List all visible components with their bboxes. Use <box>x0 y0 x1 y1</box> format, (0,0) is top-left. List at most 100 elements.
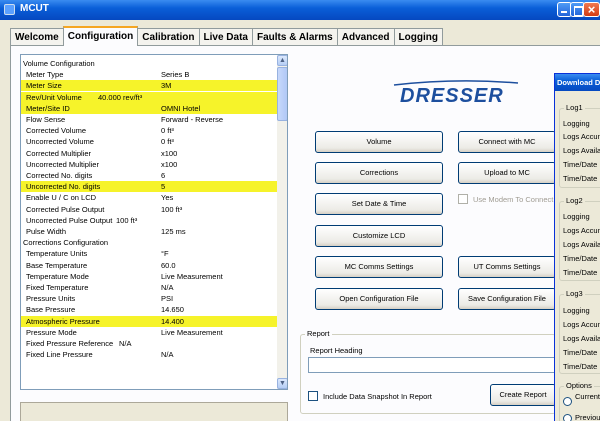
property-label: Pressure Mode <box>26 327 77 337</box>
property-row[interactable]: Meter Size 3M <box>21 80 277 92</box>
property-value: PSI <box>161 294 174 304</box>
property-value: 125 ms <box>161 227 186 236</box>
tab-live-data[interactable]: Live Data <box>198 28 253 46</box>
property-value: 0 ft³ <box>161 137 174 147</box>
scroll-up-button[interactable]: ▲ <box>277 55 287 66</box>
property-row[interactable]: Fixed Temperature N/A <box>21 282 277 293</box>
property-row[interactable]: Volume Configuration <box>21 58 277 69</box>
open-configuration-file-button[interactable]: Open Configuration File <box>315 288 443 310</box>
property-row[interactable]: Base Pressure 14.650 <box>21 304 277 315</box>
log1-line: Logs Available <box>563 146 600 155</box>
property-row[interactable]: Corrected No. digits 6 <box>21 170 277 181</box>
property-label: Corrected Pulse Output <box>26 204 105 214</box>
save-configuration-file-button[interactable]: Save Configuration File <box>458 288 556 310</box>
property-value: 6 <box>161 171 166 180</box>
property-row[interactable]: Fixed Line Pressure N/A <box>21 349 277 360</box>
property-row[interactable]: Temperature Units °F <box>21 248 277 259</box>
property-value: Live Measurement <box>161 271 223 281</box>
property-value: 100 ft³ <box>161 204 183 214</box>
previous-label: Previous <box>575 413 600 421</box>
property-row[interactable]: Flow Sense Forward - Reverse <box>21 114 277 125</box>
property-value: N/A <box>119 339 132 348</box>
connect-mc-button[interactable]: Connect with MC <box>458 131 556 153</box>
create-report-button[interactable]: Create Report <box>490 384 556 406</box>
tab-welcome[interactable]: Welcome <box>10 28 64 46</box>
property-row[interactable]: Enable U / C on LCD Yes <box>21 192 277 203</box>
tab-faults-alarms[interactable]: Faults & Alarms <box>251 28 338 46</box>
include-snapshot-checkbox[interactable]: Include Data Snapshot In Report <box>308 391 432 401</box>
use-modem-checkbox[interactable]: Use Modem To Connect <box>458 194 553 204</box>
include-snapshot-checkbox-box[interactable] <box>308 391 318 401</box>
property-row[interactable]: Uncorrected Multiplier x100 <box>21 159 277 170</box>
set-date-time-button[interactable]: Set Date & Time <box>315 193 443 215</box>
tab-advanced[interactable]: Advanced <box>336 28 395 46</box>
tab-calibration[interactable]: Calibration <box>137 28 200 46</box>
property-value: N/A <box>161 283 174 292</box>
property-row[interactable]: Rev/Unit Volume 40.000 rev/ft³ <box>21 91 277 103</box>
ut-comms-settings-button[interactable]: UT Comms Settings <box>458 256 556 278</box>
property-label: Pressure Units <box>26 294 76 304</box>
log3-line: Logging <box>563 306 590 315</box>
log2-line: Logs Available <box>563 240 600 249</box>
property-row[interactable]: Uncorrected Pulse Output 100 ft³ <box>21 215 277 226</box>
property-row[interactable]: Meter/Site ID OMNI Hotel <box>21 102 277 114</box>
log1-line: Logging <box>563 119 590 128</box>
log2-line: Time/Date <box>563 268 598 277</box>
property-label: Fixed Pressure Reference <box>26 339 114 348</box>
close-button[interactable]: × <box>583 2 600 17</box>
property-row[interactable]: Pressure Units PSI <box>21 293 277 304</box>
tab-configuration[interactable]: Configuration <box>62 26 139 46</box>
property-value: 0 ft³ <box>161 126 174 136</box>
scroll-thumb[interactable] <box>277 67 287 121</box>
property-label: Corrected No. digits <box>26 171 93 180</box>
property-row[interactable]: Corrected Multiplier x100 <box>21 148 277 159</box>
property-label: Temperature Units <box>26 249 88 259</box>
property-row[interactable]: Base Temperature 60.0 <box>21 260 277 271</box>
tab-logging[interactable]: Logging <box>393 28 443 46</box>
log1-line: Logs Accumulated <box>563 132 600 141</box>
customize-lcd-button[interactable]: Customize LCD <box>315 225 443 247</box>
property-value: 100 ft³ <box>116 215 138 225</box>
log3-line: Logs Accumulated <box>563 320 600 329</box>
property-value: 14.400 <box>161 316 184 326</box>
property-label: Fixed Line Pressure <box>26 350 93 360</box>
corrections-button[interactable]: Corrections <box>315 162 443 184</box>
property-row[interactable]: Atmospheric Pressure 14.400 <box>21 315 277 327</box>
log2-line: Logs Accumulated <box>563 226 600 235</box>
property-row[interactable]: Pressure Mode Live Measurement <box>21 327 277 338</box>
property-row[interactable]: Corrections Configuration <box>21 237 277 248</box>
use-modem-checkbox-box[interactable] <box>458 194 468 204</box>
property-row[interactable]: Pulse Width 125 ms <box>21 226 277 237</box>
upload-to-mc-button[interactable]: Upload to MC <box>458 162 556 184</box>
property-value: x100 <box>161 148 178 158</box>
chevron-down-icon: ▼ <box>279 380 286 387</box>
include-snapshot-label: Include Data Snapshot In Report <box>323 391 432 401</box>
property-row[interactable]: Uncorrected No. digits 5 <box>21 181 277 193</box>
current-index-radio[interactable] <box>563 397 572 406</box>
property-row[interactable]: Temperature Mode Live Measurement <box>21 271 277 282</box>
property-value: Live Measurement <box>161 327 223 337</box>
property-value: °F <box>161 249 169 259</box>
property-value: N/A <box>161 350 174 360</box>
property-list[interactable]: Volume Configuration Meter Type Series B Me… <box>20 54 288 390</box>
scroll-down-button[interactable]: ▼ <box>277 378 287 389</box>
property-scrollbar[interactable]: ▲ ▼ <box>277 55 287 389</box>
volume-button[interactable]: Volume <box>315 131 443 153</box>
log3-line: Logs Available <box>563 334 600 343</box>
log1-line: Time/Date <box>563 174 598 183</box>
close-icon: × <box>587 2 596 17</box>
log3-line: Time/Date <box>563 348 598 357</box>
previous-radio[interactable] <box>563 414 572 421</box>
report-heading-input[interactable] <box>308 357 560 373</box>
property-row[interactable]: Corrected Volume 0 ft³ <box>21 125 277 136</box>
property-row[interactable]: Uncorrected Volume 0 ft³ <box>21 136 277 147</box>
title-bar: MCUT × <box>0 0 600 20</box>
property-label: Temperature Mode <box>26 271 89 281</box>
property-row[interactable]: Corrected Pulse Output 100 ft³ <box>21 204 277 215</box>
property-value: Forward - Reverse <box>161 115 224 124</box>
property-label: Base Temperature <box>26 260 88 270</box>
property-row[interactable]: Meter Type Series B <box>21 69 277 80</box>
property-row[interactable]: Fixed Pressure Reference N/A <box>21 338 277 349</box>
mc-comms-settings-button[interactable]: MC Comms Settings <box>315 256 443 278</box>
log3-line: Time/Date <box>563 362 598 371</box>
